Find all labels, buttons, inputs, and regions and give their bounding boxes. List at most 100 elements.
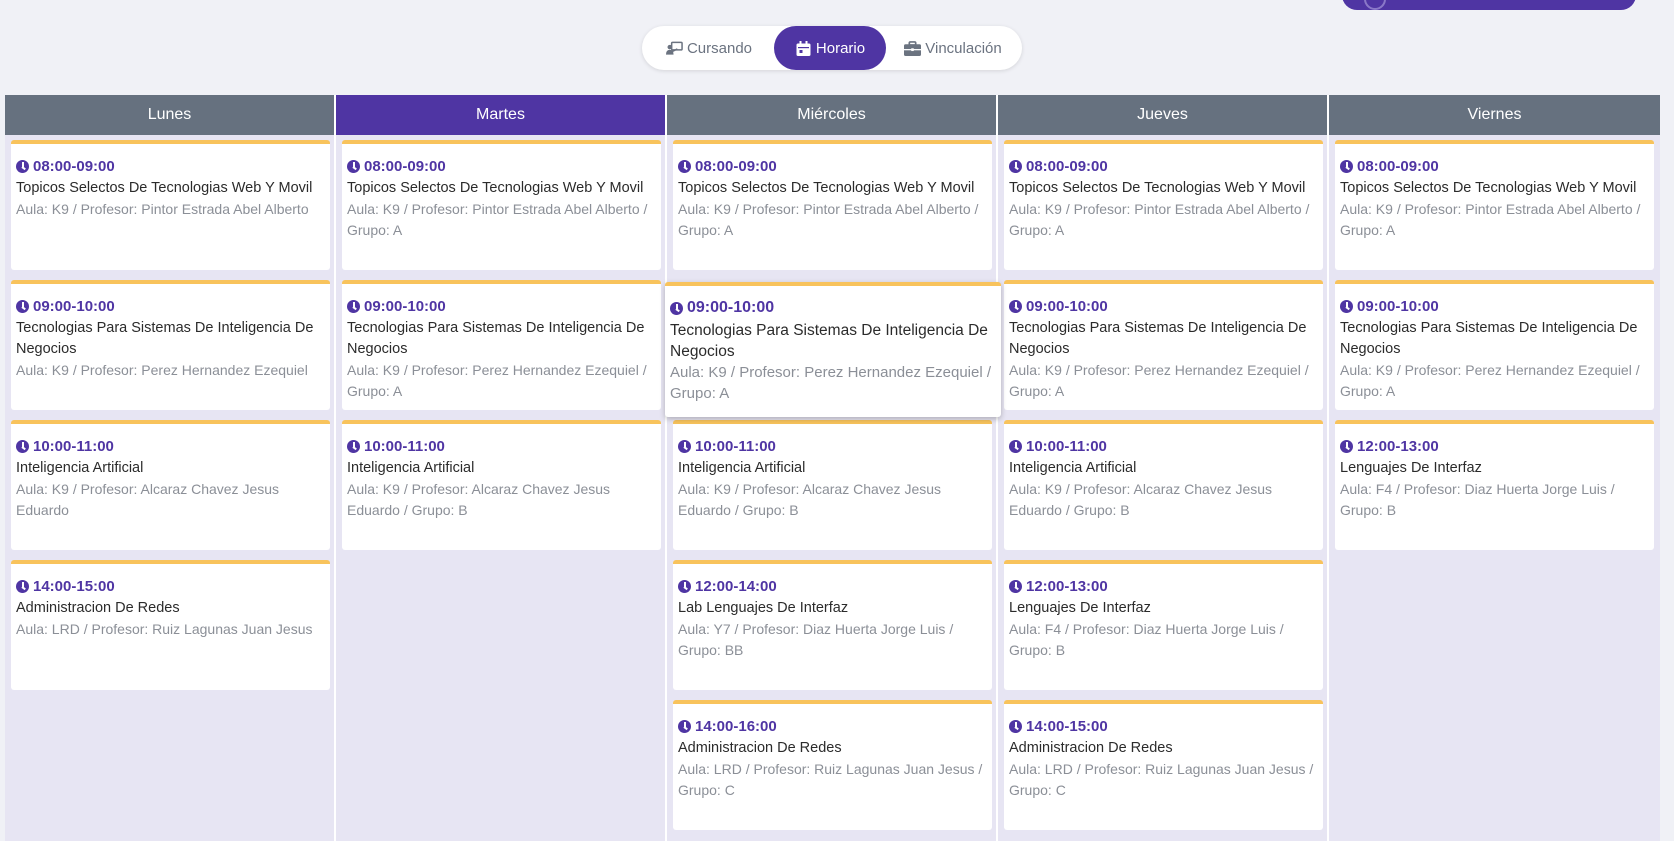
day-header[interactable]: Jueves [998, 95, 1327, 135]
class-card[interactable]: 08:00-09:00 Topicos Selectos De Tecnologi… [673, 140, 992, 270]
class-details: Aula: K9 / Profesor: Alcaraz Chavez Jesu… [678, 481, 942, 518]
class-card[interactable]: 09:00-10:00 Tecnologias Para Sistemas De … [11, 280, 330, 410]
clock-icon [347, 299, 360, 313]
tab-label: Horario [815, 39, 866, 57]
class-time-text: 09:00-10:00 [364, 297, 446, 315]
class-subject: Tecnologias Para Sistemas De Inteligenci… [1009, 320, 1307, 357]
class-time: 09:00-10:00 [1009, 296, 1317, 316]
clock-icon [16, 299, 29, 313]
class-time-text: 09:00-10:00 [1026, 297, 1108, 315]
class-subject: Lenguajes De Interfaz [1009, 600, 1151, 616]
class-time-text: 14:00-16:00 [695, 717, 777, 735]
class-time: 12:00-14:00 [678, 576, 986, 596]
class-subject: Inteligencia Artificial [16, 460, 144, 476]
account-button[interactable] [1342, 0, 1636, 10]
class-details: Aula: K9 / Profesor: Perez Hernandez Eze… [347, 362, 647, 399]
class-card[interactable]: 09:00-10:00 Tecnologias Para Sistemas De … [342, 280, 661, 410]
class-subject: Administracion De Redes [16, 600, 180, 616]
class-time-text: 10:00-11:00 [364, 437, 445, 455]
class-subject: Lenguajes De Interfaz [1340, 460, 1482, 476]
class-subject: Inteligencia Artificial [678, 460, 806, 476]
class-card[interactable]: 08:00-09:00 Topicos Selectos De Tecnologi… [1335, 140, 1654, 270]
class-subject: Tecnologias Para Sistemas De Inteligenci… [670, 322, 988, 360]
class-card[interactable]: 10:00-11:00 Inteligencia Artificial Aula: … [673, 420, 992, 550]
clock-icon [16, 159, 29, 173]
class-time-text: 10:00-11:00 [33, 437, 114, 455]
class-time-text: 14:00-15:00 [1026, 717, 1108, 735]
class-time: 09:00-10:00 [670, 298, 995, 318]
clock-icon [1340, 159, 1353, 173]
clock-icon [1009, 579, 1022, 593]
class-card[interactable]: 09:00-10:00 Tecnologias Para Sistemas De … [1004, 280, 1323, 410]
class-details: Aula: K9 / Profesor: Alcaraz Chavez Jesu… [16, 481, 280, 518]
class-details: Aula: K9 / Profesor: Pintor Estrada Abel… [678, 201, 979, 238]
schedule-grid: Lunes 08:00-09:00 Topicos Selectos De Tecn… [5, 95, 1660, 841]
class-subject: Lab Lenguajes De Interfaz [678, 600, 849, 616]
class-card[interactable]: 14:00-16:00 Administracion De Redes Aula: … [673, 700, 992, 830]
clock-icon [1340, 299, 1353, 313]
class-card[interactable]: 09:00-10:00 Tecnologias Para Sistemas De … [665, 282, 1001, 417]
class-time: 10:00-11:00 [16, 436, 324, 456]
class-details: Aula: LRD / Profesor: Ruiz Lagunas Juan … [678, 761, 983, 798]
class-time: 10:00-11:00 [678, 436, 986, 456]
day-header[interactable]: Martes [336, 95, 665, 135]
class-card[interactable]: 10:00-11:00 Inteligencia Artificial Aula: … [11, 420, 330, 550]
tab-vinculacion[interactable]: Vinculación [886, 26, 1020, 70]
tab-label: Cursando [686, 39, 753, 57]
class-subject: Inteligencia Artificial [1009, 460, 1137, 476]
class-time-text: 08:00-09:00 [1026, 157, 1108, 175]
day-column: Jueves 08:00-09:00 Topicos Selectos De Tec… [998, 95, 1329, 841]
class-time-text: 14:00-15:00 [33, 577, 115, 595]
class-card[interactable]: 10:00-11:00 Inteligencia Artificial Aula: … [1004, 420, 1323, 550]
class-details: Aula: K9 / Profesor: Alcaraz Chavez Jesu… [347, 481, 611, 518]
class-subject: Inteligencia Artificial [347, 460, 475, 476]
class-time: 08:00-09:00 [1009, 156, 1317, 176]
clock-icon [1009, 159, 1022, 173]
class-subject: Administracion De Redes [1009, 740, 1173, 756]
class-time: 08:00-09:00 [678, 156, 986, 176]
class-time: 10:00-11:00 [1009, 436, 1317, 456]
class-card[interactable]: 14:00-15:00 Administracion De Redes Aula: … [1004, 700, 1323, 830]
clock-icon [1009, 299, 1022, 313]
clock-icon [678, 579, 691, 593]
class-time-text: 10:00-11:00 [1026, 437, 1107, 455]
class-card[interactable]: 09:00-10:00 Tecnologias Para Sistemas De … [1335, 280, 1654, 410]
class-details: Aula: K9 / Profesor: Perez Hernandez Eze… [1009, 362, 1309, 399]
class-details: Aula: K9 / Profesor: Perez Hernandez Eze… [16, 362, 308, 378]
class-time: 08:00-09:00 [16, 156, 324, 176]
tab-cursando[interactable]: Cursando [644, 26, 774, 70]
clock-icon [1340, 439, 1353, 453]
class-card[interactable]: 10:00-11:00 Inteligencia Artificial Aula: … [342, 420, 661, 550]
class-card[interactable]: 12:00-13:00 Lenguajes De Interfaz Aula: F4… [1004, 560, 1323, 690]
clock-icon [678, 159, 691, 173]
class-time-text: 12:00-14:00 [695, 577, 777, 595]
class-card[interactable]: 08:00-09:00 Topicos Selectos De Tecnologi… [11, 140, 330, 270]
class-details: Aula: K9 / Profesor: Perez Hernandez Eze… [670, 364, 992, 402]
day-column: Lunes 08:00-09:00 Topicos Selectos De Tecn… [5, 95, 336, 841]
day-column: Miércoles 08:00-09:00 Topicos Selectos De … [665, 95, 1001, 841]
class-card[interactable]: 12:00-14:00 Lab Lenguajes De Interfaz Aula… [673, 560, 992, 690]
class-time: 14:00-15:00 [16, 576, 324, 596]
briefcase-icon [904, 40, 922, 56]
class-time-text: 08:00-09:00 [33, 157, 115, 175]
day-header[interactable]: Viernes [1329, 95, 1660, 135]
class-card[interactable]: 08:00-09:00 Topicos Selectos De Tecnologi… [342, 140, 661, 270]
class-time: 12:00-13:00 [1009, 576, 1317, 596]
class-card[interactable]: 14:00-15:00 Administracion De Redes Aula: … [11, 560, 330, 690]
class-time: 09:00-10:00 [347, 296, 655, 316]
day-header[interactable]: Lunes [5, 95, 334, 135]
class-card[interactable]: 12:00-13:00 Lenguajes De Interfaz Aula: F4… [1335, 420, 1654, 550]
day-header[interactable]: Miércoles [667, 95, 996, 135]
class-subject: Topicos Selectos De Tecnologias Web Y Mo… [16, 180, 313, 196]
class-time-text: 08:00-09:00 [364, 157, 446, 175]
class-time: 08:00-09:00 [1340, 156, 1648, 176]
class-time: 08:00-09:00 [347, 156, 655, 176]
class-subject: Topicos Selectos De Tecnologias Web Y Mo… [347, 180, 644, 196]
clock-icon [670, 301, 683, 315]
class-card[interactable]: 08:00-09:00 Topicos Selectos De Tecnologi… [1004, 140, 1323, 270]
class-details: Aula: F4 / Profesor: Diaz Huerta Jorge L… [1340, 481, 1615, 518]
class-details: Aula: LRD / Profesor: Ruiz Lagunas Juan … [1009, 761, 1314, 798]
class-subject: Administracion De Redes [678, 740, 842, 756]
tab-horario[interactable]: Horario [774, 26, 886, 70]
class-time-text: 08:00-09:00 [1357, 157, 1439, 175]
